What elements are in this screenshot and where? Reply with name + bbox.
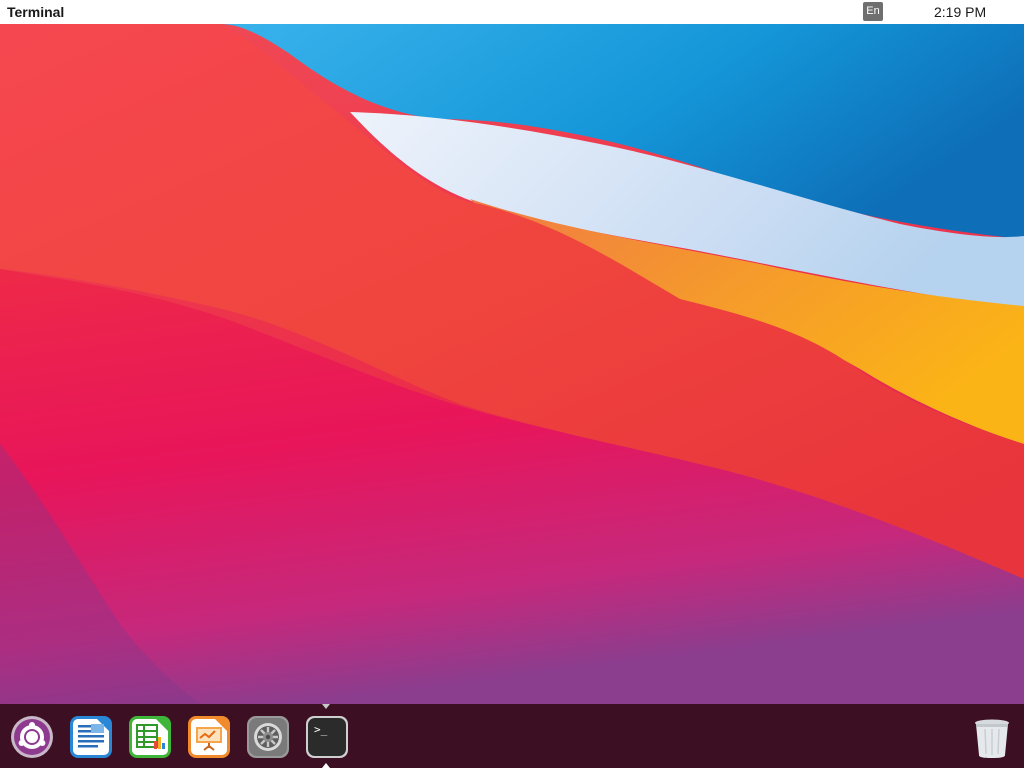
terminal-prompt: >_	[314, 723, 328, 736]
clock[interactable]: 2:19 PM	[934, 3, 986, 21]
trash-icon	[975, 719, 1009, 758]
dock-item-trash[interactable]	[970, 715, 1014, 759]
desktop-wallpaper	[0, 24, 1024, 704]
dock-item-settings[interactable]	[246, 715, 290, 759]
dock-item-writer[interactable]	[69, 715, 113, 759]
desktop-screen: Terminal En 2:19 PM >_	[0, 0, 1024, 768]
spreadsheet-calc-icon	[129, 716, 171, 758]
dock: >_	[0, 704, 1024, 768]
dock-item-calc[interactable]	[128, 715, 172, 759]
dock-item-terminal[interactable]: >_	[305, 715, 349, 759]
settings-gear-icon	[247, 716, 289, 758]
presentation-impress-icon	[188, 716, 230, 758]
terminal-running-indicator-bottom	[322, 763, 330, 768]
ubuntu-launcher-icon	[11, 716, 53, 758]
active-app-title[interactable]: Terminal	[7, 3, 64, 21]
input-language-indicator[interactable]: En	[863, 2, 883, 21]
top-bar: Terminal En 2:19 PM	[0, 0, 1024, 24]
terminal-running-indicator-top	[322, 704, 330, 709]
terminal-icon: >_	[306, 716, 348, 758]
document-writer-icon	[70, 716, 112, 758]
dock-item-impress[interactable]	[187, 715, 231, 759]
dock-item-app-launcher[interactable]	[10, 715, 54, 759]
